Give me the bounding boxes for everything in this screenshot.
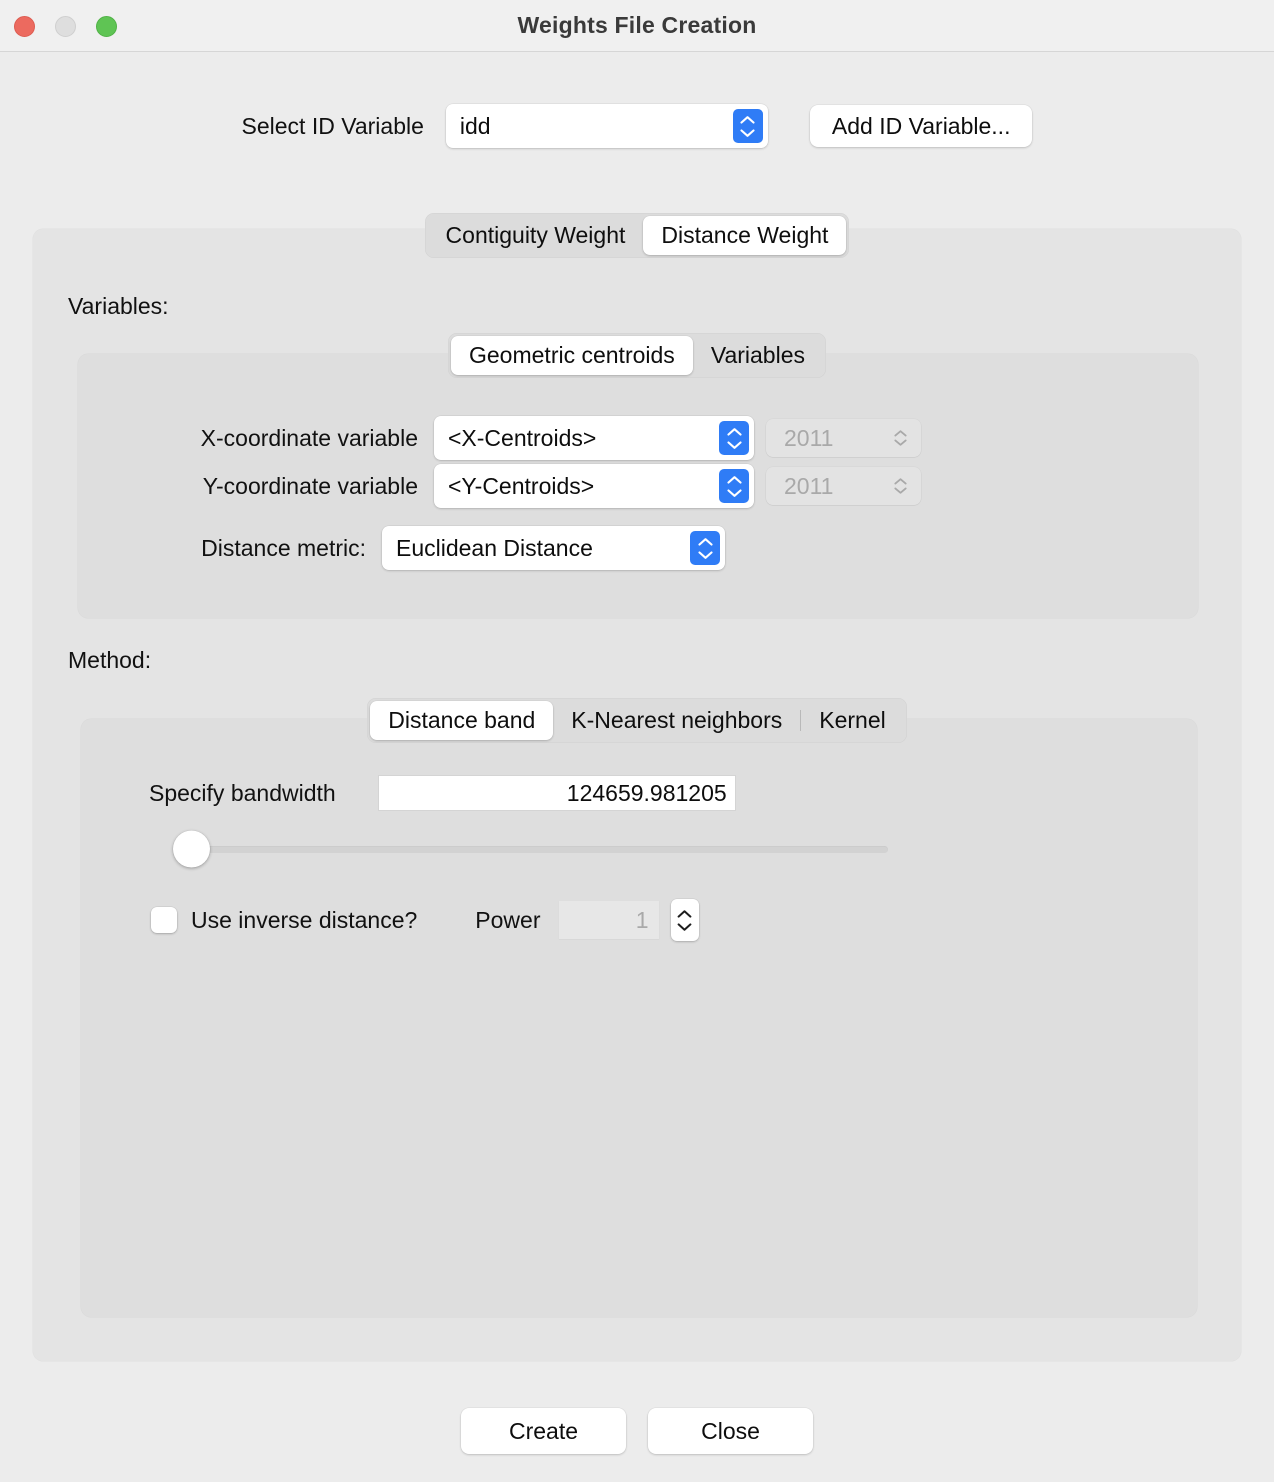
- create-button[interactable]: Create: [461, 1408, 626, 1454]
- weight-type-tabs: Contiguity Weight Distance Weight: [0, 213, 1274, 258]
- use-inverse-distance-checkbox[interactable]: [151, 907, 177, 933]
- inverse-distance-row: Use inverse distance? Power 1: [151, 899, 699, 941]
- tab-distance-weight[interactable]: Distance Weight: [643, 216, 847, 255]
- chevron-updown-icon: [719, 421, 749, 455]
- x-coordinate-value: <X-Centroids>: [448, 424, 597, 451]
- power-input[interactable]: 1: [558, 901, 659, 939]
- distance-metric-label: Distance metric:: [201, 534, 366, 561]
- x-coordinate-select[interactable]: <X-Centroids>: [434, 416, 754, 460]
- page-title: Weights File Creation: [517, 12, 757, 38]
- id-variable-row: Select ID Variable idd Add ID Variable..…: [0, 104, 1274, 148]
- tab-distance-band[interactable]: Distance band: [370, 701, 554, 740]
- method-inner-box: Specify bandwidth 124659.981205 Use inve…: [81, 719, 1197, 1317]
- tab-geometric-centroids[interactable]: Geometric centroids: [451, 336, 693, 375]
- chevron-up-icon: [677, 909, 692, 918]
- bandwidth-slider[interactable]: [165, 829, 905, 869]
- method-section-label: Method:: [68, 647, 152, 673]
- distance-metric-select[interactable]: Euclidean Distance: [382, 526, 725, 570]
- variables-section-label: Variables:: [68, 293, 169, 319]
- tab-kernel[interactable]: Kernel: [801, 701, 903, 740]
- chevron-updown-icon: [719, 469, 749, 503]
- method-segmented-control: Distance band K-Nearest neighbors Kernel: [367, 698, 907, 743]
- slider-track[interactable]: [191, 845, 888, 853]
- close-button[interactable]: Close: [648, 1408, 813, 1454]
- y-coordinate-select[interactable]: <Y-Centroids>: [434, 464, 754, 508]
- y-coordinate-value: <Y-Centroids>: [448, 472, 595, 499]
- add-id-variable-button[interactable]: Add ID Variable...: [809, 105, 1033, 147]
- select-id-variable-label: Select ID Variable: [241, 112, 424, 139]
- id-variable-select[interactable]: idd: [445, 104, 768, 148]
- tab-variables[interactable]: Variables: [693, 336, 823, 375]
- weights-file-creation-window: Weights File Creation Select ID Variable…: [0, 0, 1274, 1482]
- variables-source-tabs: Geometric centroids Variables: [33, 333, 1241, 378]
- x-coordinate-time-stepper: 2011: [766, 419, 921, 457]
- slider-knob[interactable]: [173, 830, 210, 868]
- distance-weight-panel: Variables: Geometric centroids Variables…: [33, 229, 1241, 1361]
- weight-type-segmented-control: Contiguity Weight Distance Weight: [424, 213, 850, 258]
- bandwidth-label: Specify bandwidth: [149, 779, 336, 806]
- x-coordinate-label: X-coordinate variable: [200, 424, 418, 451]
- y-coordinate-label: Y-coordinate variable: [202, 472, 418, 499]
- variables-inner-box: X-coordinate variable <X-Centroids> 2011: [78, 354, 1198, 618]
- variables-source-segmented-control: Geometric centroids Variables: [448, 333, 826, 378]
- x-coordinate-time-value: 2011: [784, 424, 834, 451]
- title-bar: Weights File Creation: [0, 0, 1274, 52]
- use-inverse-distance-label: Use inverse distance?: [191, 906, 418, 933]
- method-tabs: Distance band K-Nearest neighbors Kernel: [33, 698, 1241, 743]
- footer-buttons: Create Close: [0, 1408, 1274, 1454]
- tab-contiguity-weight[interactable]: Contiguity Weight: [428, 216, 644, 255]
- chevron-updown-icon: [894, 430, 907, 446]
- chevron-down-icon: [677, 922, 692, 931]
- power-label: Power: [475, 906, 541, 933]
- id-variable-value: idd: [459, 112, 491, 139]
- y-coordinate-time-stepper: 2011: [766, 467, 921, 505]
- distance-metric-row: Distance metric: Euclidean Distance: [158, 526, 725, 570]
- power-stepper[interactable]: [670, 899, 699, 941]
- bandwidth-input[interactable]: 124659.981205: [377, 775, 736, 811]
- bandwidth-row: Specify bandwidth 124659.981205: [149, 775, 736, 811]
- chevron-updown-icon: [894, 478, 907, 494]
- y-coordinate-time-value: 2011: [784, 472, 834, 499]
- y-coordinate-row: Y-coordinate variable <Y-Centroids> 2011: [158, 464, 921, 508]
- x-coordinate-row: X-coordinate variable <X-Centroids> 2011: [158, 416, 921, 460]
- chevron-updown-icon: [690, 531, 720, 565]
- distance-metric-value: Euclidean Distance: [396, 534, 593, 561]
- tab-k-nearest-neighbors[interactable]: K-Nearest neighbors: [553, 701, 800, 740]
- chevron-updown-icon: [732, 109, 763, 143]
